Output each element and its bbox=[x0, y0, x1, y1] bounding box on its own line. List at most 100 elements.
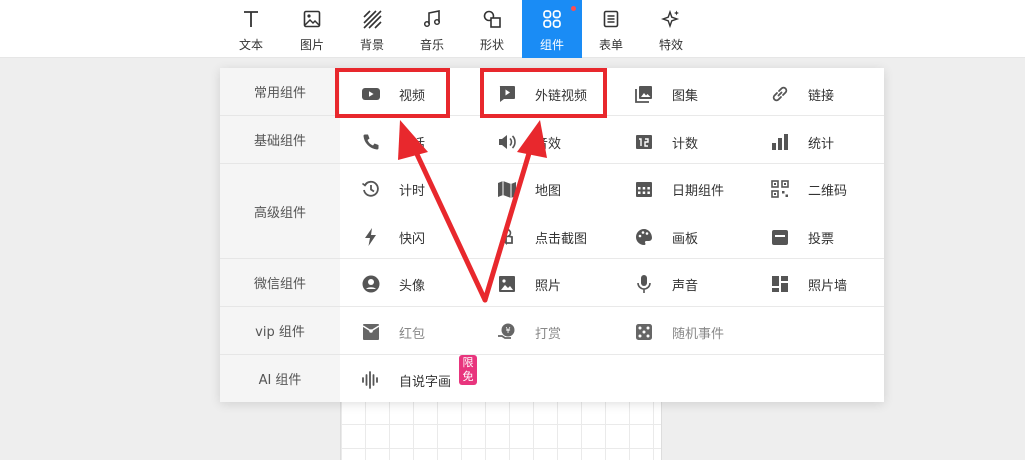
component-phone-label: 电话 bbox=[399, 136, 426, 152]
row-divider bbox=[340, 354, 884, 355]
component-red-packet[interactable]: 红包 bbox=[361, 317, 425, 347]
free-badge: 限免 bbox=[459, 355, 477, 385]
component-voice[interactable]: 声音 bbox=[634, 269, 698, 299]
toolbar-form-label: 表单 bbox=[598, 38, 623, 52]
component-gallery-label: 图集 bbox=[672, 88, 699, 104]
component-vote[interactable]: 投票 bbox=[770, 222, 834, 252]
toolbar-music-label: 音乐 bbox=[419, 38, 444, 52]
background-icon bbox=[363, 10, 382, 29]
component-icon bbox=[543, 10, 561, 28]
gallery-icon bbox=[635, 86, 652, 103]
photo-icon bbox=[499, 276, 515, 292]
component-reward[interactable]: ¥ 打赏 bbox=[497, 317, 561, 347]
component-sound-effect[interactable]: 音效 bbox=[497, 127, 561, 157]
component-counter[interactable]: 计数 bbox=[634, 127, 698, 157]
effect-icon bbox=[661, 9, 680, 29]
editor-canvas[interactable] bbox=[340, 400, 662, 460]
component-statistics[interactable]: 统计 bbox=[770, 127, 834, 157]
timer-icon bbox=[362, 180, 379, 197]
music-icon bbox=[423, 10, 441, 28]
highlight-box-external-video bbox=[480, 68, 607, 118]
toolbar-text[interactable]: 文本 bbox=[222, 0, 280, 58]
counter-icon bbox=[636, 135, 652, 149]
component-avatar-label: 头像 bbox=[399, 278, 426, 294]
toolbar-component-label: 组件 bbox=[539, 38, 564, 52]
toolbar-effect[interactable]: 特效 bbox=[642, 0, 700, 58]
notification-dot bbox=[571, 6, 576, 11]
row-divider bbox=[340, 163, 884, 164]
map-icon bbox=[498, 181, 516, 198]
component-map[interactable]: 地图 bbox=[497, 174, 561, 204]
component-palette[interactable]: 画板 bbox=[634, 222, 698, 252]
component-timer-label: 计时 bbox=[399, 183, 426, 199]
toolbar-shape[interactable]: 形状 bbox=[463, 0, 521, 58]
vote-icon bbox=[772, 230, 788, 245]
component-click-screenshot[interactable]: 点击截图 bbox=[497, 222, 587, 252]
top-toolbar: 文本 图片 背景 音乐 形状 组件 表单 特效 bbox=[0, 0, 1025, 58]
row-divider bbox=[340, 258, 884, 259]
component-avatar[interactable]: 头像 bbox=[361, 269, 425, 299]
component-photo-wall-label: 照片墙 bbox=[808, 278, 848, 294]
component-random-event-label: 随机事件 bbox=[672, 326, 725, 342]
toolbar-shape-label: 形状 bbox=[479, 38, 504, 52]
category-basic: 基础组件 bbox=[220, 116, 340, 164]
qrcode-icon bbox=[771, 180, 789, 198]
component-qrcode[interactable]: 二维码 bbox=[770, 174, 847, 204]
toolbar-background-label: 背景 bbox=[359, 38, 384, 52]
form-icon bbox=[603, 10, 619, 28]
component-voice-label: 声音 bbox=[672, 278, 699, 294]
shape-icon bbox=[483, 10, 501, 28]
component-vote-label: 投票 bbox=[808, 231, 835, 247]
statistics-icon bbox=[772, 134, 788, 150]
palette-icon bbox=[636, 229, 652, 245]
component-photo-wall[interactable]: 照片墙 bbox=[770, 269, 847, 299]
image-icon bbox=[303, 10, 321, 28]
component-calendar-label: 日期组件 bbox=[672, 183, 725, 199]
component-link[interactable]: 链接 bbox=[770, 79, 834, 109]
row-divider bbox=[340, 306, 884, 307]
toolbar-background[interactable]: 背景 bbox=[343, 0, 401, 58]
category-common: 常用组件 bbox=[220, 68, 340, 116]
component-statistics-label: 统计 bbox=[808, 136, 835, 152]
component-map-label: 地图 bbox=[535, 183, 562, 199]
component-gallery[interactable]: 图集 bbox=[634, 79, 698, 109]
component-calendar[interactable]: 日期组件 bbox=[634, 174, 724, 204]
click-screenshot-icon bbox=[502, 228, 513, 246]
component-random-event[interactable]: 随机事件 bbox=[634, 317, 724, 347]
voice-wave-icon bbox=[362, 371, 378, 389]
component-sound-effect-label: 音效 bbox=[535, 136, 562, 152]
component-timer[interactable]: 计时 bbox=[361, 174, 425, 204]
highlight-box-video bbox=[335, 68, 450, 118]
component-photo[interactable]: 照片 bbox=[497, 269, 561, 299]
component-counter-label: 计数 bbox=[672, 136, 699, 152]
category-vip: vip 组件 bbox=[220, 307, 340, 355]
toolbar-component[interactable]: 组件 bbox=[522, 0, 582, 58]
component-phone[interactable]: 电话 bbox=[361, 127, 425, 157]
component-click-screenshot-label: 点击截图 bbox=[535, 231, 588, 247]
toolbar-form[interactable]: 表单 bbox=[582, 0, 640, 58]
category-wechat: 微信组件 bbox=[220, 259, 340, 307]
toolbar-effect-label: 特效 bbox=[658, 38, 683, 52]
phone-icon bbox=[363, 134, 379, 150]
reward-icon: ¥ bbox=[498, 323, 515, 339]
toolbar-image-label: 图片 bbox=[299, 38, 324, 52]
category-advanced: 高级组件 bbox=[220, 164, 340, 259]
flash-icon bbox=[365, 228, 376, 246]
component-voice-to-text[interactable]: 自说字画 bbox=[361, 365, 451, 395]
component-flash[interactable]: 快闪 bbox=[361, 222, 425, 252]
category-ai: AI 组件 bbox=[258, 373, 302, 388]
microphone-icon bbox=[637, 275, 651, 293]
toolbar-music[interactable]: 音乐 bbox=[403, 0, 461, 58]
component-photo-label: 照片 bbox=[535, 278, 562, 294]
component-voice-to-text-label: 自说字画 bbox=[399, 374, 452, 390]
link-icon bbox=[772, 86, 788, 102]
svg-text:¥: ¥ bbox=[505, 326, 510, 335]
component-reward-label: 打赏 bbox=[535, 326, 562, 342]
photo-wall-icon bbox=[772, 276, 788, 292]
avatar-icon bbox=[362, 275, 380, 293]
category-column: 常用组件 基础组件 高级组件 微信组件 vip 组件 AI 组件 bbox=[220, 68, 340, 402]
text-icon bbox=[244, 11, 258, 27]
sound-effect-icon bbox=[499, 135, 516, 149]
toolbar-image[interactable]: 图片 bbox=[283, 0, 341, 58]
toolbar-text-label: 文本 bbox=[238, 38, 263, 52]
